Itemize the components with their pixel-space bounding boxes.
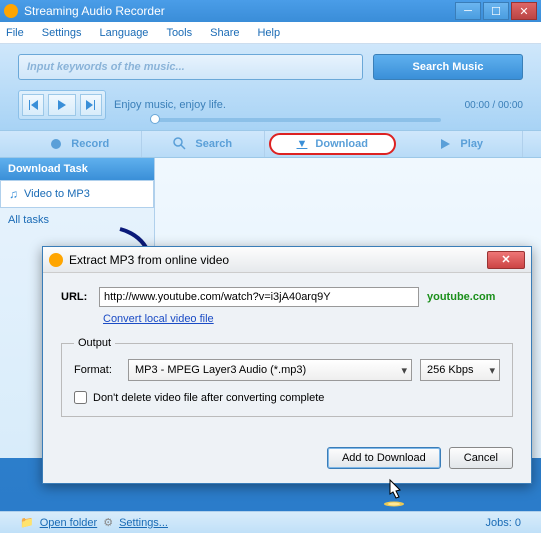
tab-play[interactable]: Play	[400, 131, 524, 157]
jobs-count: Jobs: 0	[486, 517, 521, 529]
music-note-icon: ♫	[9, 187, 18, 201]
search-music-button[interactable]: Search Music	[373, 54, 523, 80]
top-panel: Input keywords of the music... Search Mu…	[0, 44, 541, 130]
dialog-titlebar: Extract MP3 from online video ✕	[43, 247, 531, 273]
bitrate-combobox[interactable]: 256 Kbps	[420, 359, 500, 381]
sidebar-item-label: All tasks	[8, 214, 49, 226]
gear-icon: ⚙	[103, 516, 113, 529]
convert-local-link[interactable]: Convert local video file	[103, 313, 214, 325]
progress-slider[interactable]	[150, 118, 441, 122]
player-time: 00:00 / 00:00	[465, 100, 523, 111]
menu-tools[interactable]: Tools	[166, 27, 192, 39]
menu-share[interactable]: Share	[210, 27, 239, 39]
tab-download[interactable]: ▼Download	[269, 133, 396, 155]
close-button[interactable]: ✕	[511, 2, 537, 20]
status-bar: 📁 Open folder ⚙ Settings... Jobs: 0	[0, 511, 541, 533]
menu-help[interactable]: Help	[257, 27, 280, 39]
prev-button[interactable]	[22, 94, 44, 116]
menu-file[interactable]: File	[6, 27, 24, 39]
tab-search[interactable]: Search	[142, 131, 266, 157]
checkbox-label: Don't delete video file after converting…	[93, 392, 324, 404]
url-label: URL:	[61, 291, 91, 303]
cancel-button[interactable]: Cancel	[449, 447, 513, 469]
search-input[interactable]: Input keywords of the music...	[18, 54, 363, 80]
minimize-button[interactable]: ─	[455, 2, 481, 20]
sidebar-item-all-tasks[interactable]: All tasks	[0, 208, 154, 232]
dialog-close-button[interactable]: ✕	[487, 251, 525, 269]
output-fieldset: Output Format: MP3 - MPEG Layer3 Audio (…	[61, 337, 513, 417]
format-label: Format:	[74, 364, 120, 376]
menu-language[interactable]: Language	[99, 27, 148, 39]
site-label: youtube.com	[427, 291, 513, 303]
dont-delete-checkbox[interactable]	[74, 391, 87, 404]
menu-settings[interactable]: Settings	[42, 27, 82, 39]
app-icon	[4, 4, 18, 18]
format-combobox[interactable]: MP3 - MPEG Layer3 Audio (*.mp3)	[128, 359, 412, 381]
dialog-icon	[49, 253, 63, 267]
output-legend: Output	[74, 337, 115, 349]
next-button[interactable]	[80, 94, 102, 116]
sidebar-header: Download Task	[0, 158, 154, 180]
tab-record[interactable]: Record	[18, 131, 142, 157]
download-icon: ▼	[297, 138, 308, 150]
tab-bar: Record Search ▼Download Play	[0, 130, 541, 158]
folder-icon: 📁	[20, 516, 34, 529]
open-folder-link[interactable]: Open folder	[40, 517, 97, 529]
settings-link[interactable]: Settings...	[119, 517, 168, 529]
extract-mp3-dialog: Extract MP3 from online video ✕ URL: you…	[42, 246, 532, 484]
url-input[interactable]	[99, 287, 419, 307]
add-to-download-button[interactable]: Add to Download	[327, 447, 441, 469]
window-title: Streaming Audio Recorder	[24, 4, 453, 18]
play-button[interactable]	[48, 94, 76, 116]
player-controls	[18, 90, 106, 120]
sidebar-item-label: Video to MP3	[24, 188, 90, 200]
window-titlebar: Streaming Audio Recorder ─ ☐ ✕	[0, 0, 541, 22]
sidebar-item-video-to-mp3[interactable]: ♫ Video to MP3	[0, 180, 154, 208]
maximize-button[interactable]: ☐	[483, 2, 509, 20]
player-text: Enjoy music, enjoy life.	[114, 99, 226, 111]
dialog-title: Extract MP3 from online video	[69, 253, 487, 267]
menu-bar: File Settings Language Tools Share Help	[0, 22, 541, 44]
